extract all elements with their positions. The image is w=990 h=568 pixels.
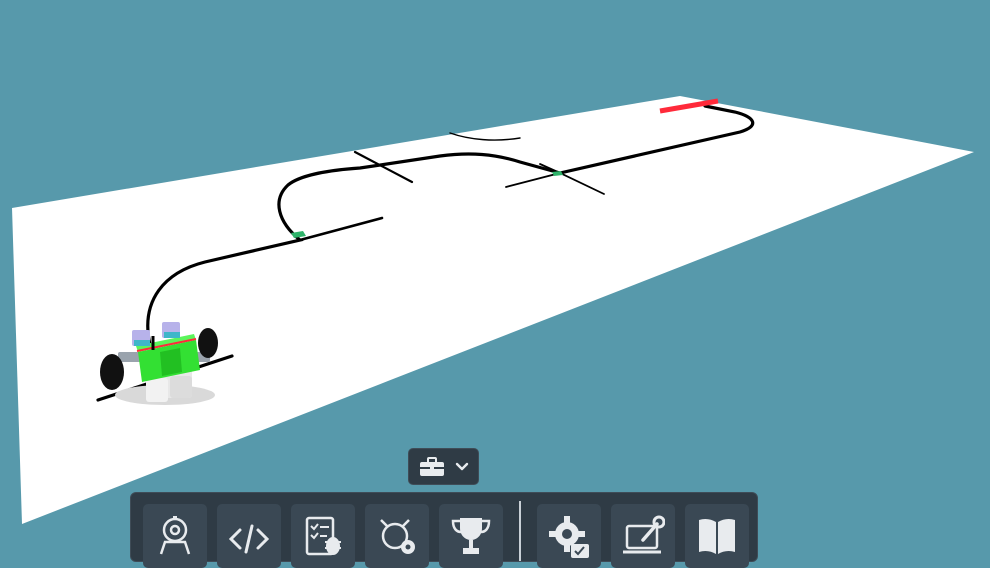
device-button[interactable] (611, 504, 675, 568)
object-gear-icon (380, 519, 415, 554)
chevron-down-icon (455, 462, 468, 470)
toolbox-toggle-button[interactable] (408, 448, 479, 485)
settings-button[interactable] (537, 504, 601, 568)
challenges-button[interactable] (439, 504, 503, 568)
robot-icon (159, 516, 191, 555)
simulator-settings-button[interactable] (365, 504, 429, 568)
laptop-wrench-icon (623, 515, 665, 554)
code-button[interactable] (217, 504, 281, 568)
robot-button[interactable] (143, 504, 207, 568)
briefcase-icon (419, 456, 444, 476)
book-icon (699, 518, 735, 554)
docs-button[interactable] (685, 504, 749, 568)
bottom-toolbar (130, 492, 758, 568)
tasks-button[interactable] (291, 504, 355, 568)
gear-check-icon (549, 516, 589, 558)
checklist-bug-icon (305, 516, 341, 556)
simulator-viewport[interactable] (0, 0, 990, 549)
toolbar-divider (519, 501, 521, 561)
code-icon (228, 524, 270, 554)
trophy-icon (451, 518, 491, 554)
